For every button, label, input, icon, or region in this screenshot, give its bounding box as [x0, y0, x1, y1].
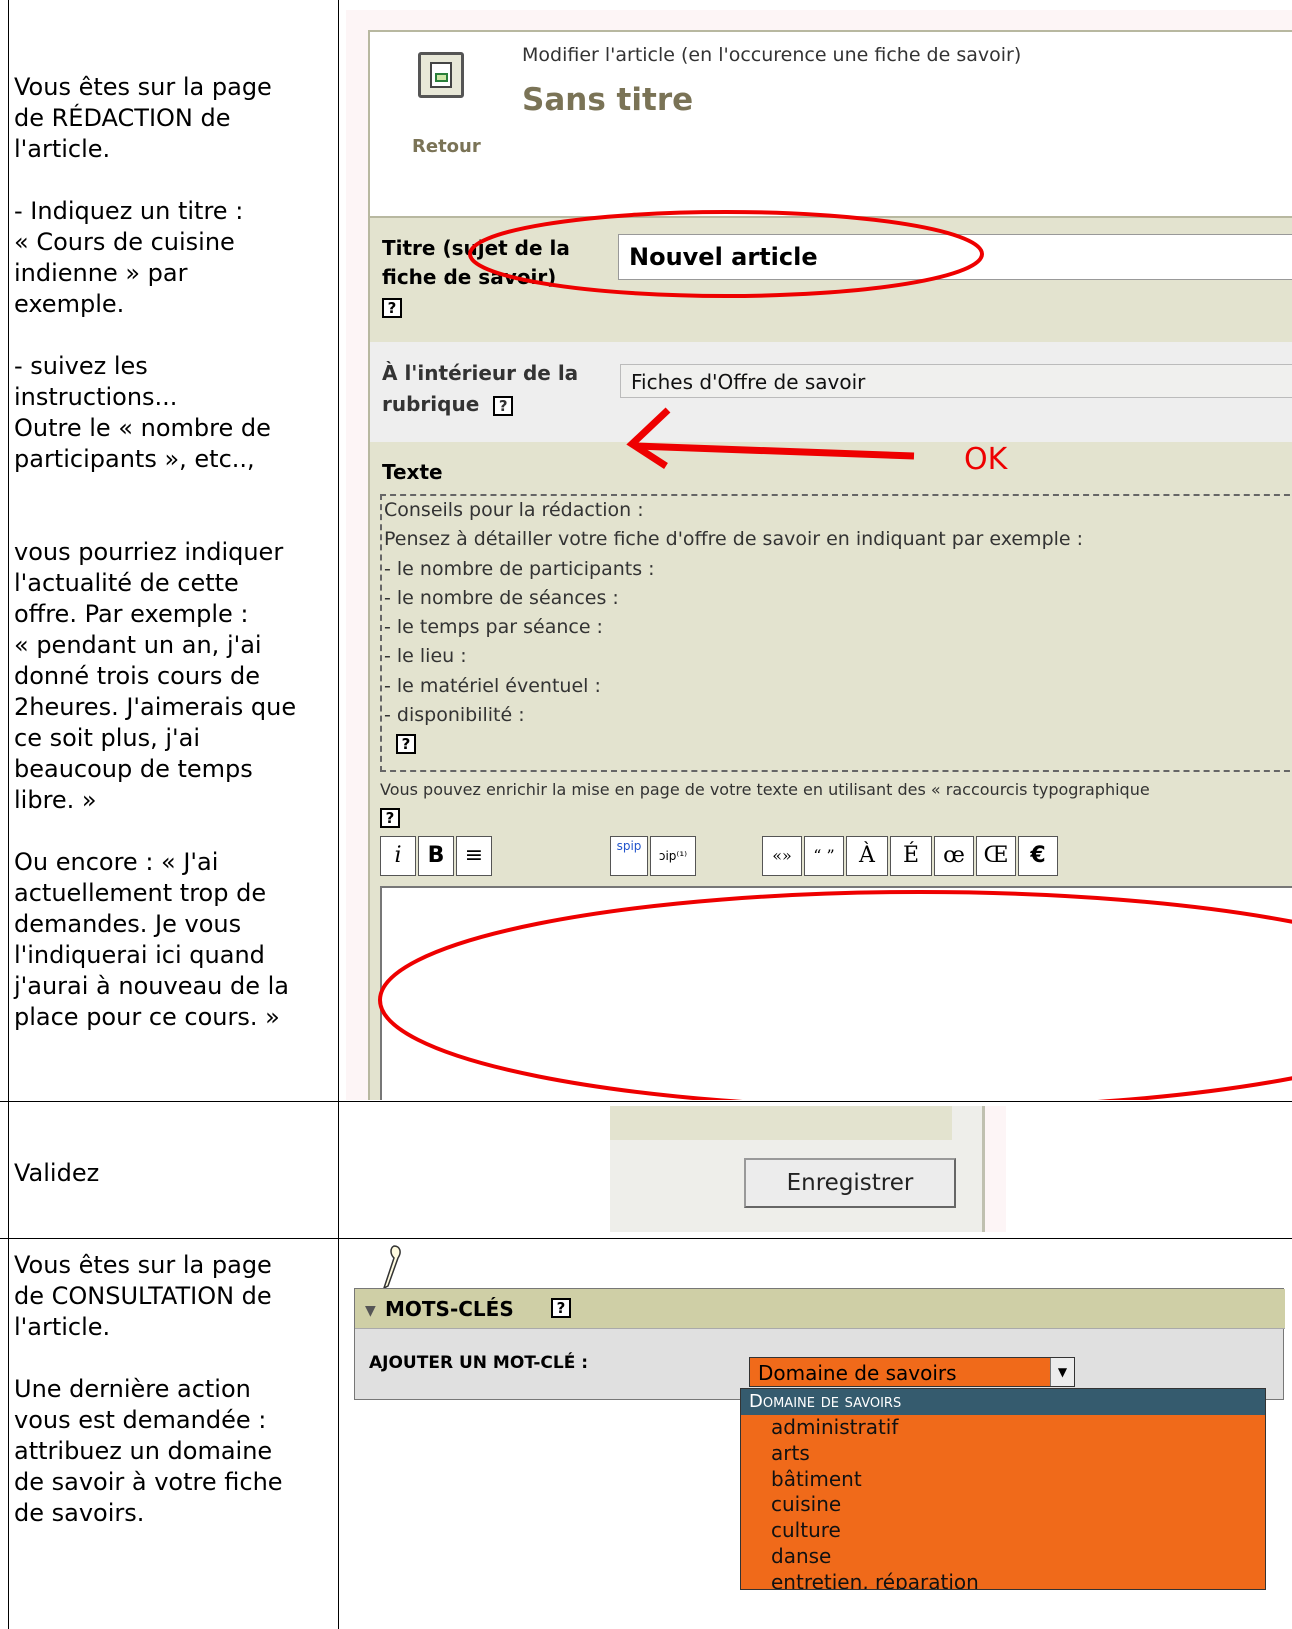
dropdown-option[interactable]: cuisine — [741, 1492, 1265, 1518]
add-keyword-label: AJOUTER UN MOT-CLÉ : — [369, 1353, 589, 1373]
keywords-title: MOTS-CLÉS — [385, 1297, 514, 1321]
dropdown-option[interactable]: entretien, réparation — [741, 1570, 1265, 1589]
dropdown-option[interactable]: bâtiment — [741, 1467, 1265, 1493]
pencil-icon — [382, 1245, 401, 1290]
keywords-screenshot: ▼ MOTS-CLÉS ? AJOUTER UN MOT-CLÉ : Domai… — [346, 1244, 1292, 1590]
table-row-divider-1 — [0, 1101, 1292, 1102]
editor-screenshot: Retour Modifier l'article (en l'occurenc… — [346, 10, 1292, 1100]
red-annotations — [378, 210, 1292, 1100]
validate-panel: Enregistrer — [610, 1106, 985, 1232]
keyword-dropdown-list[interactable]: Domaine de savoirs administratif arts bâ… — [740, 1388, 1266, 1590]
arrow-head — [626, 407, 671, 469]
keyword-select[interactable]: Domaine de savoirs ▼ — [749, 1357, 1075, 1387]
dropdown-option[interactable]: culture — [741, 1518, 1265, 1544]
dropdown-option[interactable]: administratif — [741, 1415, 1265, 1441]
dropdown-group-header: Domaine de savoirs — [741, 1389, 1265, 1415]
table-row-divider-2 — [0, 1238, 1292, 1239]
help-icon[interactable]: ? — [551, 1298, 571, 1318]
ok-annotation: OK — [964, 442, 1008, 477]
collapse-triangle-icon[interactable]: ▼ — [365, 1303, 376, 1319]
instruction-validez: Validez — [14, 1159, 100, 1187]
arrow-shaft — [635, 442, 915, 460]
instruction-redaction: Vous êtes sur la page de RÉDACTION de l'… — [14, 73, 297, 1031]
dropdown-option[interactable]: arts — [741, 1441, 1265, 1467]
keywords-panel: ▼ MOTS-CLÉS ? AJOUTER UN MOT-CLÉ : Domai… — [354, 1288, 1285, 1400]
save-button[interactable]: Enregistrer — [744, 1158, 956, 1208]
text-area-highlight-ellipse — [378, 890, 1292, 1100]
chevron-down-icon[interactable]: ▼ — [1050, 1358, 1074, 1386]
validate-screenshot: Enregistrer — [610, 1106, 1006, 1232]
table-column-divider — [338, 0, 339, 1629]
table-left-border — [8, 0, 9, 1629]
instruction-consultation: Vous êtes sur la page de CONSULTATION de… — [14, 1251, 283, 1527]
validate-panel-strip — [610, 1106, 952, 1140]
keywords-header[interactable]: ▼ MOTS-CLÉS ? — [355, 1289, 1285, 1329]
dropdown-option[interactable]: danse — [741, 1544, 1265, 1570]
title-highlight-ellipse — [468, 210, 984, 298]
